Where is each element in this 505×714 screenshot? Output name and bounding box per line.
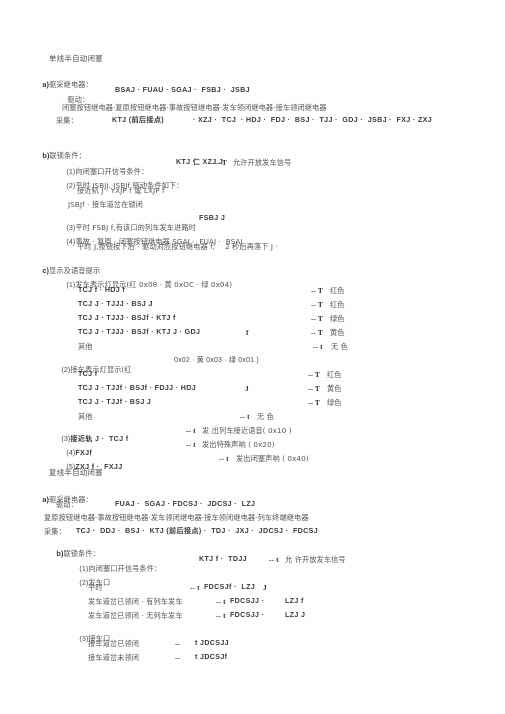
s2-b2-row-2-cond: 发车道岔已领闭 · 无列车发车: [88, 611, 183, 620]
s2-drive-label: 驱动：: [56, 500, 78, 509]
c-item-5-arrow: -- t: [219, 454, 229, 463]
s2-b-item-1-expr: KTJ f · TDJJ: [199, 555, 247, 563]
s2-b2-row-0-cond: 平时: [88, 583, 103, 592]
collect-values-2: · XZJ · TCJ · HDJ · FDJ · BSJ · TJJ · GD…: [193, 116, 433, 124]
c-item-4-arrow: -- t: [186, 440, 196, 449]
b-item-4-sub-tail: 2 秒后再落下 J ·: [225, 242, 278, 251]
c-item-5-result: 发出闭塞声响 ( 0x40): [236, 454, 309, 463]
b-item-4-sub: 平时 J,按钮按下后 · 驱动对应按钮继电器 f,: [77, 242, 216, 251]
c2-row-0-color: 红色: [327, 370, 342, 379]
c-item-2-text-tail: 0x02 · 黄 0x03 · 绿 0x01 ): [174, 357, 259, 364]
c1-row-1-cond: TCJ J · TJJJ · BSJ J: [78, 300, 153, 308]
section-two-title: 复线半自动闭塞: [49, 468, 103, 477]
s2-b-item-1-result: 允 许开放发车信号: [285, 555, 346, 564]
b-item-1-arrow: -- T: [215, 158, 227, 167]
c1-row-0-arrow: -- T: [311, 286, 323, 295]
c-item-4-result: 发出特殊声响 ( 0x20): [202, 440, 275, 449]
c-item-3-result: 发 出列车接近语音( 0x10 ): [202, 426, 292, 435]
c1-row-3-color: 黄色: [330, 328, 345, 337]
c2-row-2-color: 绿色: [327, 398, 342, 407]
c1-row-4-arrow: -- t: [313, 342, 323, 351]
c1-row-0-cond: TCJ f · HDJ f: [78, 286, 126, 294]
s2-b-item-1-arrow: -- t: [269, 555, 279, 564]
c2-row-1-extra: J: [245, 384, 249, 393]
s2-b3-row-0-arrow: --: [175, 639, 181, 648]
c2-row-0-arrow: -- T: [308, 370, 320, 379]
s2-b2-row-0-expr: FDCSJf · LZJ: [204, 583, 256, 591]
s2-b3-row-0-expr: t JDCSJJ: [195, 639, 229, 647]
s2-b2-row-1-expr: FDCSJJ ·: [230, 597, 265, 605]
c1-row-2-color: 绿色: [330, 314, 345, 323]
b-item-1-result: 允许开放发车信号: [233, 158, 292, 167]
c2-row-3-cond: 其他: [78, 412, 93, 421]
c1-row-1-color: 红色: [330, 300, 345, 309]
c2-row-3-arrow: -- t: [240, 412, 250, 421]
s2-collect-label: 采集：: [44, 527, 66, 536]
s2-b2-row-1-arrow: -- t: [216, 597, 226, 606]
s2-b3-row-1-arrow: --: [175, 653, 181, 662]
c1-row-1-arrow: -- T: [311, 300, 323, 309]
c1-row-2-cond: TCJ J · TJJJ · BSJf · KTJ f: [78, 314, 176, 322]
c2-row-1-color: 黄色: [327, 384, 342, 393]
s2-b2-row-2-arrow: -- t: [216, 611, 226, 620]
drive-values: BSAJ · FUAU · SGAJ · FSBJ · JSBJ: [115, 86, 250, 94]
s2-collect-values: TCJ · DDJ · BSJ · KTJ (前后接点) · TDJ · JXJ…: [76, 527, 318, 535]
collect-values: KTJ (前后接点): [112, 116, 164, 124]
document-page: 单线半自动闭塞 a)驱采继电器： 驱动： BSAJ · FUAU · SGAJ …: [0, 0, 505, 714]
s2-b2-row-0-arrow: -- t: [190, 583, 200, 592]
c-item-3-arrow: -- t: [186, 426, 196, 435]
section-one-title: 单线半自动闭塞: [49, 54, 103, 63]
s2-b2-row-2-expr-tail: LZJ J: [285, 611, 306, 619]
s2-b3-row-1-expr: t JDCSJf: [195, 653, 228, 661]
c1-row-4-cond: 其他: [78, 342, 93, 351]
s2-drive-note: 复原按钮继电器·事故按钮继电器·发车领闭继电器·接车领闭继电器·列车终端继电器: [44, 513, 309, 522]
c1-row-4-color: 无 色: [331, 342, 348, 351]
c2-row-1-arrow: -- T: [308, 384, 320, 393]
s2-b2-row-2-expr: FDCSJJ ·: [230, 611, 265, 619]
c1-row-0-color: 红色: [330, 286, 345, 295]
s2-b2-row-0-expr-tail: J: [263, 583, 267, 592]
c2-row-2-arrow: -- T: [308, 398, 320, 407]
c2-row-3-color: 无 色: [257, 412, 274, 421]
drive-note: 闭塞按钮继电器·复原按钮继电器·事故按钮继电器·发车领闭继电器·接车领闭继电器: [62, 103, 327, 112]
c2-row-1-cond: TCJ J · TJJf · BSJf · FDJJ · HDJ: [78, 384, 197, 392]
b-item-3-expr: FSBJ J: [199, 214, 226, 222]
s2-b3-row-0-cond: 接车道岔已领闭: [88, 639, 140, 648]
s2-b3-row-1-cond: 接车道岔未领闭: [88, 653, 140, 662]
s2-b2-row-1-cond: 发车道岔已领闭 · 有列车发车: [88, 597, 183, 606]
c2-row-0-cond: TCJ f: [78, 370, 98, 378]
c2-row-2-cond: TCJ J · TJJf · BSJ J: [78, 398, 152, 406]
collect-label: 采集：: [56, 116, 78, 125]
b-item-2-sub-i: 接近轨 J · YXJP f 或 LXJP f: [77, 186, 165, 195]
c1-row-3-extra: f: [246, 328, 249, 337]
b-item-2-sub-ii: JSBJf · 接车道岔在锁闭: [68, 200, 143, 209]
c1-row-2-arrow: -- T: [311, 314, 323, 323]
s2-drive-values: FUAJ · SGAJ · FDCSJ · JDCSJ · LZJ: [115, 500, 256, 508]
c1-row-3-arrow: -- T: [311, 328, 323, 337]
c1-row-3-cond: TCJ J · TJJJ · BSJf · KTJ J · GDJ: [78, 328, 201, 336]
s2-b2-row-1-expr-tail: LZJ f: [285, 597, 304, 605]
